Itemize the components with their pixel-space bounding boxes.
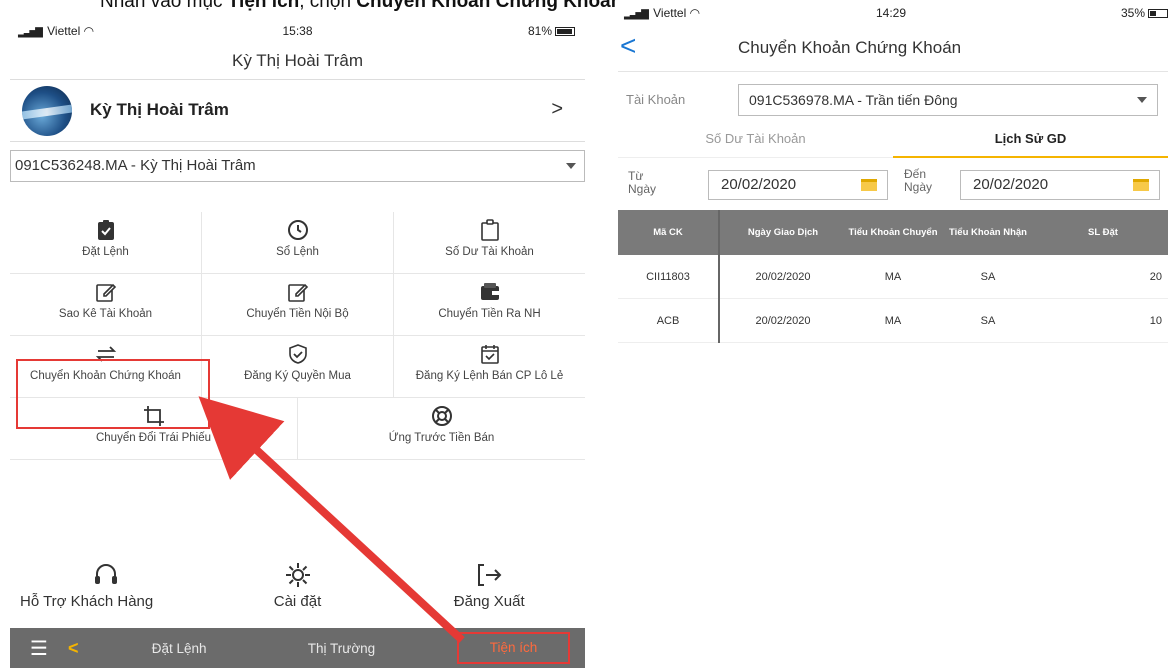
menu-dang-ky-lenh-ban-cp-lo-le[interactable]: Đăng Ký Lệnh Bán CP Lô Lẻ xyxy=(394,336,585,398)
caption-middle: , chọn xyxy=(299,0,357,12)
menu-so-du-tai-khoan[interactable]: Số Dư Tài Khoản xyxy=(394,212,585,274)
clock: 15:38 xyxy=(282,24,313,38)
hamburger-icon[interactable]: ☰ xyxy=(10,636,68,661)
tab-tien-ich[interactable]: Tiện ích xyxy=(457,632,570,664)
menu-chuyen-khoan-chung-khoan[interactable]: Chuyển Khoản Chứng Khoán xyxy=(10,336,202,398)
table-divider xyxy=(718,210,720,343)
wifi-icon: ◠ xyxy=(689,6,701,20)
chevron-right-icon: > xyxy=(551,98,563,120)
chevron-left-icon[interactable]: < xyxy=(68,638,98,659)
menu-chuyen-tien-noi-bo[interactable]: Chuyển Tiền Nội Bộ xyxy=(202,274,394,336)
calendar-icon xyxy=(861,179,877,191)
edit-icon xyxy=(95,283,116,302)
account-select[interactable]: 091C536248.MA - Kỳ Thị Hoài Trâm xyxy=(10,150,585,182)
wallet-icon xyxy=(480,283,499,300)
account-value: 091C536248.MA - Kỳ Thị Hoài Trâm xyxy=(15,157,256,174)
back-chevron-icon[interactable]: < xyxy=(620,32,636,60)
battery: 81% xyxy=(528,24,575,38)
history-table: Mã CK Ngày Giao Dịch Tiểu Khoản Chuyển T… xyxy=(618,210,1168,343)
menu-sao-ke-tai-khoan[interactable]: Sao Kê Tài Khoản xyxy=(10,274,202,336)
cell-sl-dat: 20 xyxy=(1149,270,1162,283)
to-date-input[interactable]: 20/02/2020 xyxy=(960,170,1160,200)
cell-tk-nhan: SA xyxy=(980,314,996,327)
menu-ung-truoc-tien-ban[interactable]: Ứng Trước Tiền Bán xyxy=(298,398,585,460)
battery: 35% xyxy=(1121,6,1168,20)
cell-tk-chuyen: MA xyxy=(884,314,902,327)
menu-dang-ky-quyen-mua[interactable]: Đăng Ký Quyền Mua xyxy=(202,336,394,398)
utility-grid: Đặt Lệnh Sổ Lệnh Số Dư Tài Khoản Sao Kê … xyxy=(10,212,585,460)
caption-prefix: Nhấn vào mục xyxy=(100,0,228,12)
swap-icon xyxy=(95,346,116,362)
profile-name: Kỳ Thị Hoài Trâm xyxy=(90,100,229,119)
logout-icon xyxy=(478,564,502,586)
menu-chuyen-tien-ra-nh[interactable]: Chuyển Tiền Ra NH xyxy=(394,274,585,336)
calendar-icon xyxy=(1133,179,1149,191)
tab-bar: Số Dư Tài Khoản Lịch Sử GD xyxy=(618,124,1168,158)
tab-lich-su-gd[interactable]: Lịch Sử GD xyxy=(893,124,1168,158)
caret-down-icon xyxy=(1137,97,1147,103)
to-date-label: Đến Ngày xyxy=(904,167,933,194)
gear-icon xyxy=(285,563,310,587)
crop-icon xyxy=(143,406,164,426)
edit-icon xyxy=(287,283,308,302)
date-filter: Từ Ngày 20/02/2020 Đến Ngày 20/02/2020 xyxy=(618,158,1168,208)
table-row[interactable]: CII11803 20/02/2020 MA SA 20 xyxy=(618,255,1168,299)
bottom-actions: Hỗ Trợ Khách Hàng Cài đặt Đăng Xuất xyxy=(10,560,585,626)
caret-down-icon xyxy=(566,163,576,169)
left-phone-screen: ▂▃▅▇ Viettel ◠ 15:38 81% Kỳ Thị Hoài Trâ… xyxy=(10,20,585,668)
tab-so-du-tai-khoan[interactable]: Số Dư Tài Khoản xyxy=(618,124,893,158)
calendar-check-icon xyxy=(480,345,499,364)
cell-ngay: 20/02/2020 xyxy=(755,314,811,327)
status-bar: ▂▃▅▇ Viettel ◠ 15:38 81% xyxy=(10,20,585,42)
settings-button[interactable]: Cài đặt xyxy=(202,560,394,626)
battery-icon xyxy=(555,27,575,37)
page-title: Kỳ Thị Hoài Trâm xyxy=(10,42,585,80)
status-bar: ▂▃▅▇ Viettel ◠ 14:29 35% xyxy=(618,0,1168,24)
col-ngay-giao-dich: Ngày Giao Dịch xyxy=(747,226,819,238)
table-header: Mã CK Ngày Giao Dịch Tiểu Khoản Chuyển T… xyxy=(618,210,1168,255)
clipboard-icon xyxy=(480,219,499,241)
cell-ma-ck: CII11803 xyxy=(646,270,690,283)
lifebuoy-icon xyxy=(431,406,452,426)
page-title: Chuyển Khoản Chứng Khoán xyxy=(738,38,962,57)
tab-thi-truong[interactable]: Thị Trường xyxy=(260,641,422,656)
right-phone-screen: ▂▃▅▇ Viettel ◠ 14:29 35% < Chuyển Khoản … xyxy=(618,0,1168,380)
cell-tk-chuyen: MA xyxy=(884,270,902,283)
clock: 14:29 xyxy=(876,6,907,20)
cell-ngay: 20/02/2020 xyxy=(755,270,811,283)
account-select[interactable]: 091C536978.MA - Trần tiến Đông xyxy=(738,84,1158,116)
menu-so-lenh[interactable]: Sổ Lệnh xyxy=(202,212,394,274)
from-date-label: Từ Ngày xyxy=(628,169,657,196)
cell-ma-ck: ACB xyxy=(656,314,680,327)
logout-button[interactable]: Đăng Xuất xyxy=(393,560,585,626)
clipboard-check-icon xyxy=(97,220,114,240)
support-button[interactable]: Hỗ Trợ Khách Hàng xyxy=(10,560,202,626)
col-sl-dat: SL Đặt xyxy=(1088,226,1118,238)
caption-item: Chuyển Khoản Chứng Khoán xyxy=(356,0,623,12)
col-ma-ck: Mã CK xyxy=(653,226,683,238)
avatar xyxy=(22,86,72,136)
account-label: Tài Khoản xyxy=(626,92,686,107)
account-value: 091C536978.MA - Trần tiến Đông xyxy=(749,92,958,108)
carrier: ▂▃▅▇ Viettel ◠ xyxy=(624,6,701,20)
cell-tk-nhan: SA xyxy=(980,270,996,283)
col-tieu-khoan-chuyen: Tiểu Khoản Chuyển xyxy=(848,226,938,238)
battery-icon xyxy=(1148,9,1168,19)
header: < Chuyển Khoản Chứng Khoán xyxy=(618,24,1168,72)
tab-dat-lenh[interactable]: Đặt Lệnh xyxy=(98,641,260,656)
col-tieu-khoan-nhan: Tiểu Khoản Nhận xyxy=(949,226,1027,238)
table-row[interactable]: ACB 20/02/2020 MA SA 10 xyxy=(618,299,1168,343)
account-row: Tài Khoản 091C536978.MA - Trần tiến Đông xyxy=(618,72,1168,124)
cell-sl-dat: 10 xyxy=(1149,314,1162,327)
menu-chuyen-doi-trai-phieu[interactable]: Chuyển Đổi Trái Phiếu xyxy=(10,398,298,460)
caption-menu: Tiện ích xyxy=(227,0,300,12)
profile-row[interactable]: Kỳ Thị Hoài Trâm > xyxy=(10,80,585,142)
menu-dat-lenh[interactable]: Đặt Lệnh xyxy=(10,212,202,274)
shield-check-icon xyxy=(288,344,307,364)
from-date-input[interactable]: 20/02/2020 xyxy=(708,170,888,200)
headset-icon xyxy=(94,564,117,584)
signal-icon: ▂▃▅▇ xyxy=(624,9,649,20)
clock-icon xyxy=(287,220,308,240)
